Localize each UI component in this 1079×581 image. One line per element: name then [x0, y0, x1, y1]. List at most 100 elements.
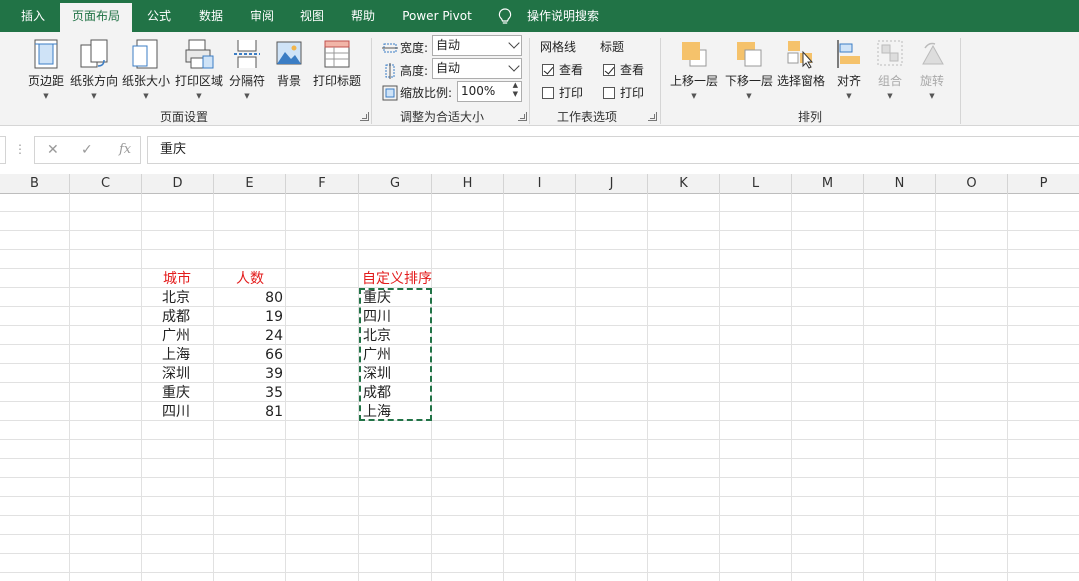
rotate-button[interactable]: 旋转 ▼: [914, 38, 950, 100]
custom-sort-cell[interactable]: 深圳: [363, 365, 391, 384]
count-cell[interactable]: 24: [214, 327, 283, 346]
print-titles-button[interactable]: 打印标题: [311, 38, 363, 89]
cancel-icon[interactable]: ✕: [47, 142, 59, 158]
align-label: 对齐: [836, 74, 861, 88]
custom-sort-header-cell[interactable]: 自定义排序: [362, 270, 432, 289]
send-backward-button[interactable]: 下移一层 ▼: [722, 38, 776, 100]
bring-forward-icon: [682, 42, 707, 67]
selection-pane-button[interactable]: 选择窗格: [776, 38, 826, 89]
width-dropdown[interactable]: 自动: [432, 35, 522, 56]
column-header-m[interactable]: M: [792, 174, 864, 194]
column-header-e[interactable]: E: [214, 174, 286, 194]
scale-row: 缩放比例:: [382, 82, 458, 102]
bring-forward-button[interactable]: 上移一层 ▼: [667, 38, 721, 100]
scale-label: 缩放比例:: [400, 85, 453, 100]
margins-button[interactable]: 页边距 ▼: [26, 38, 66, 100]
column-header-c[interactable]: C: [70, 174, 142, 194]
scale-spinner[interactable]: 100% ▲ ▼: [457, 81, 522, 102]
header-count-cell[interactable]: 人数: [236, 270, 264, 289]
tab-page-layout[interactable]: 页面布局: [60, 3, 132, 32]
tab-data[interactable]: 数据: [192, 0, 230, 32]
count-cell[interactable]: 80: [214, 289, 283, 308]
city-cell[interactable]: 重庆: [162, 384, 190, 403]
gridlines-print-checkbox[interactable]: 打印: [542, 84, 583, 101]
custom-sort-cell[interactable]: 成都: [363, 384, 391, 403]
count-cell[interactable]: 81: [214, 403, 283, 422]
column-header-d[interactable]: D: [142, 174, 214, 194]
city-cell[interactable]: 深圳: [162, 365, 190, 384]
paper-size-label: 纸张大小: [122, 74, 171, 88]
custom-sort-cell[interactable]: 四川: [363, 308, 391, 327]
orientation-button[interactable]: 纸张方向 ▼: [70, 38, 118, 100]
name-box[interactable]: [0, 136, 6, 164]
custom-sort-cell[interactable]: 广州: [363, 346, 391, 365]
gridlines-view-checkbox[interactable]: 查看: [542, 61, 583, 78]
cell-area[interactable]: 城市 人数 自定义排序 北京 80 成都 19 广州 24 上海 66 深圳 3…: [0, 194, 1079, 581]
custom-sort-cell[interactable]: 重庆: [363, 289, 391, 308]
headings-print-checkbox[interactable]: 打印: [603, 84, 644, 101]
more-options-icon[interactable]: ⋮: [14, 142, 26, 156]
tab-power-pivot[interactable]: Power Pivot: [396, 0, 478, 32]
formula-input[interactable]: 重庆: [147, 136, 1079, 164]
group-button[interactable]: 组合 ▼: [872, 38, 908, 100]
group-divider: [371, 38, 372, 124]
background-image-icon: [276, 41, 302, 65]
tell-me-search[interactable]: 操作说明搜索: [520, 0, 606, 32]
tab-help[interactable]: 帮助: [344, 0, 382, 32]
count-cell[interactable]: 35: [214, 384, 283, 403]
header-city-cell[interactable]: 城市: [163, 270, 191, 289]
column-header-i[interactable]: I: [504, 174, 576, 194]
column-header-g[interactable]: G: [359, 174, 432, 194]
city-cell[interactable]: 上海: [162, 346, 190, 365]
page-break-icon: [234, 40, 260, 68]
column-gridline: [358, 194, 359, 581]
city-cell[interactable]: 广州: [162, 327, 190, 346]
custom-sort-cell[interactable]: 北京: [363, 327, 391, 346]
city-cell[interactable]: 北京: [162, 289, 190, 308]
column-header-o[interactable]: O: [936, 174, 1008, 194]
breaks-button[interactable]: 分隔符 ▼: [228, 38, 266, 100]
formula-buttons: ✕ ✓ fx: [34, 136, 141, 164]
print-area-label: 打印区域: [174, 74, 223, 88]
bring-forward-label: 上移一层: [669, 74, 718, 88]
paper-size-button[interactable]: 纸张大小 ▼: [122, 38, 170, 100]
column-gridline: [285, 194, 286, 581]
tab-insert[interactable]: 插入: [12, 0, 54, 32]
send-backward-label: 下移一层: [724, 74, 773, 88]
custom-sort-cell[interactable]: 上海: [363, 403, 391, 422]
column-header-h[interactable]: H: [432, 174, 504, 194]
city-cell[interactable]: 成都: [162, 308, 190, 327]
count-cell[interactable]: 39: [214, 365, 283, 384]
spinner-arrows-icon[interactable]: ▲ ▼: [513, 81, 518, 99]
group-label: 组合: [877, 74, 902, 88]
tab-formulas[interactable]: 公式: [140, 0, 178, 32]
print-area-button[interactable]: 打印区域 ▼: [174, 38, 224, 100]
headings-view-checkbox[interactable]: 查看: [603, 61, 644, 78]
column-header-k[interactable]: K: [648, 174, 720, 194]
count-cell[interactable]: 19: [214, 308, 283, 327]
column-header-p[interactable]: P: [1008, 174, 1079, 194]
city-cell[interactable]: 四川: [162, 403, 190, 422]
worksheet-grid[interactable]: B C D E F G H I J K L M N O P 城市 人数 自定义排…: [0, 174, 1079, 581]
background-button[interactable]: 背景: [270, 38, 308, 89]
checkbox-unchecked-icon: [603, 86, 615, 99]
gridlines-print-label: 打印: [559, 86, 584, 100]
column-header-n[interactable]: N: [864, 174, 936, 194]
height-label: 高度:: [400, 63, 429, 78]
sheet-options-dialog-launcher[interactable]: [648, 112, 657, 121]
height-dropdown[interactable]: 自动: [432, 58, 522, 79]
column-header-j[interactable]: J: [576, 174, 648, 194]
scale-to-fit-dialog-launcher[interactable]: [518, 112, 527, 121]
count-cell[interactable]: 66: [214, 346, 283, 365]
column-header-b[interactable]: B: [0, 174, 70, 194]
column-header-f[interactable]: F: [286, 174, 359, 194]
tab-review[interactable]: 审阅: [243, 0, 281, 32]
chevron-down-icon: ▼: [746, 92, 752, 100]
insert-function-icon[interactable]: fx: [119, 142, 131, 157]
column-gridline: [575, 194, 576, 581]
column-header-l[interactable]: L: [720, 174, 792, 194]
enter-icon[interactable]: ✓: [81, 142, 93, 158]
align-button[interactable]: 对齐 ▼: [832, 38, 866, 100]
page-setup-dialog-launcher[interactable]: [360, 112, 369, 121]
tab-view[interactable]: 视图: [293, 0, 331, 32]
